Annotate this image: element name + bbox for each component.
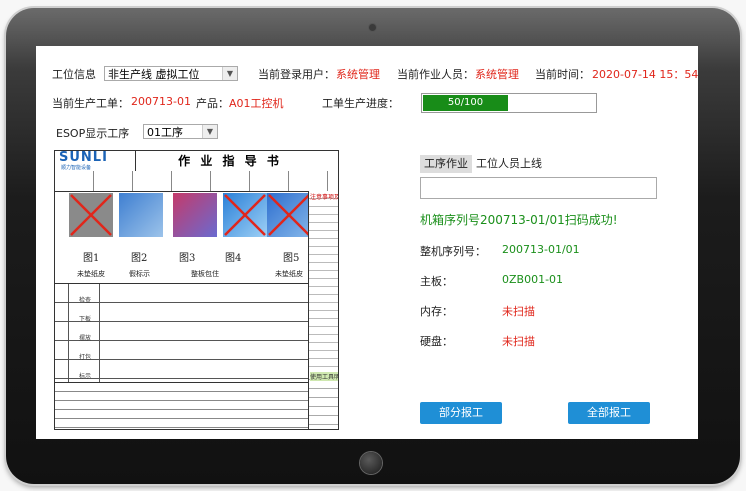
fig-label-1: 图1	[83, 253, 100, 264]
step-row-1: 检查	[79, 297, 92, 304]
memory-label: 内存：	[420, 305, 453, 318]
disk-value: 未扫描	[502, 335, 535, 348]
station-select-value: 非生产线 虚拟工位	[108, 68, 200, 81]
doc-photo-4	[223, 193, 267, 237]
tab-operator-online[interactable]: 工位人员上线	[472, 155, 546, 173]
doc-tools-table: 使用工具明细表	[308, 371, 338, 429]
memory-value: 未扫描	[502, 305, 535, 318]
serial-value: 200713-01/01	[502, 243, 580, 256]
login-user-value: 系统管理	[336, 68, 380, 81]
time-value: 2020-07-14 15：54	[592, 68, 698, 81]
serial-label: 整机序列号：	[420, 245, 486, 258]
doc-photo-1	[69, 193, 113, 237]
login-user-label: 当前登录用户：	[258, 68, 335, 81]
doc-title: 作 业 指 导 书	[178, 154, 282, 168]
step-row-2: 下板	[79, 316, 92, 323]
full-report-button[interactable]: 全部报工	[568, 402, 650, 424]
chevron-down-icon: ▼	[202, 125, 217, 138]
doc-change-log	[55, 383, 308, 429]
board-label: 主板：	[420, 275, 453, 288]
camera-icon	[369, 24, 376, 31]
operator-label: 当前作业人员：	[397, 68, 474, 81]
progress-fill: 50/100	[423, 95, 508, 111]
panel-tabs: 工序作业 工位人员上线	[420, 152, 546, 173]
esop-document: SUNLI 顺力智能设备 作 业 指 导 书 图1 图2 图3 图4 图5 未垫…	[54, 150, 339, 430]
home-button[interactable]	[360, 452, 382, 474]
doc-steps-table: 检查 下板 摆放 打包 标示	[55, 284, 308, 383]
doc-note-title: 注意事项及异常情况处理办法	[310, 194, 338, 201]
scan-message: 机箱序列号200713-01/01扫码成功!	[420, 213, 618, 227]
station-select[interactable]: 非生产线 虚拟工位 ▼	[104, 66, 238, 81]
doc-logo-text: SUNLI	[59, 150, 108, 165]
product-value: A01工控机	[229, 97, 284, 110]
production-progress-bar: 50/100	[421, 93, 597, 113]
esop-label: ESOP显示工序	[56, 127, 130, 140]
tab-process-work[interactable]: 工序作业	[420, 155, 472, 173]
step-row-5: 标示	[79, 373, 92, 380]
doc-notes-column: 注意事项及异常情况处理办法	[308, 191, 338, 371]
partial-report-button[interactable]: 部分报工	[420, 402, 502, 424]
doc-logo: SUNLI 顺力智能设备	[55, 151, 136, 171]
scan-input[interactable]	[420, 177, 657, 199]
fig-label-4: 图4	[225, 253, 242, 264]
fig-label-2: 图2	[131, 253, 148, 264]
esop-select[interactable]: 01工序 ▼	[143, 124, 218, 139]
step-row-4: 打包	[79, 354, 92, 361]
operator-value: 系统管理	[475, 68, 519, 81]
esop-select-value: 01工序	[147, 126, 183, 139]
caption-3: 整板包住	[191, 270, 219, 278]
order-label: 当前生产工单：	[52, 97, 129, 110]
doc-photo-3	[173, 193, 217, 237]
product-label: 产品：	[196, 97, 229, 110]
fig-label-3: 图3	[179, 253, 196, 264]
time-label: 当前时间：	[535, 68, 590, 81]
caption-4: 未垫纸皮	[275, 270, 303, 278]
doc-photo-5	[267, 193, 311, 237]
doc-pictures: 图1 图2 图3 图4 图5 未垫纸皮 假标示 整板包住 未垫纸皮	[55, 191, 311, 284]
app-screen: 工位信息 非生产线 虚拟工位 ▼ 当前登录用户： 系统管理 当前作业人员： 系统…	[36, 46, 698, 439]
doc-photo-2	[119, 193, 163, 237]
chevron-down-icon: ▼	[222, 67, 237, 80]
fig-label-5: 图5	[283, 253, 300, 264]
doc-header-row: SUNLI 顺力智能设备 作 业 指 导 书	[55, 151, 338, 172]
board-value: 0ZB001-01	[502, 273, 564, 286]
order-value: 200713-01	[131, 95, 191, 108]
station-label: 工位信息	[52, 68, 96, 81]
disk-label: 硬盘：	[420, 335, 453, 348]
step-row-3: 摆放	[79, 335, 92, 342]
doc-info-row	[55, 171, 338, 192]
caption-1: 未垫纸皮	[77, 270, 105, 278]
progress-label: 工单生产进度：	[322, 97, 399, 110]
caption-2: 假标示	[129, 270, 150, 278]
doc-tools-title: 使用工具明细表	[310, 372, 338, 381]
